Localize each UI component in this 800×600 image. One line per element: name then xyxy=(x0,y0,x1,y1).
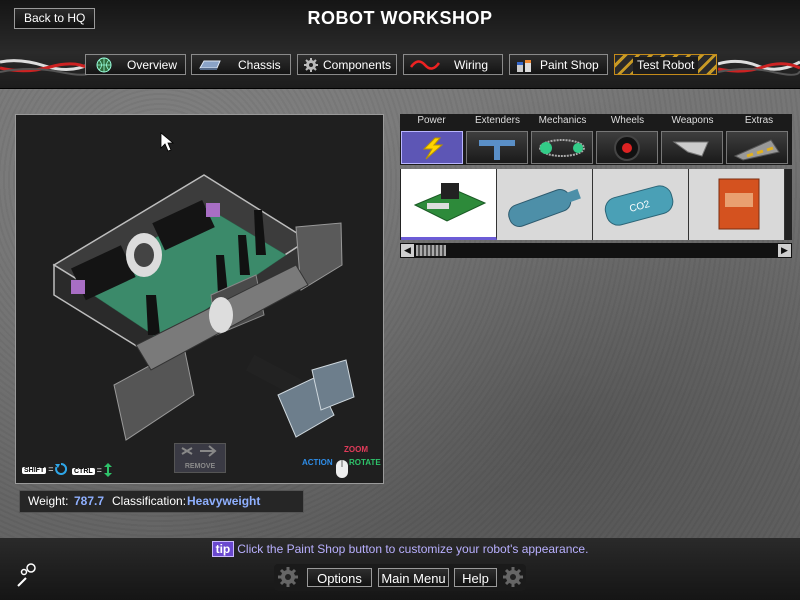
robot-3d-viewport[interactable]: SHIFT = CTRL = REMOVE ZOOM ACTION ROTATE xyxy=(15,114,384,484)
category-mechanics[interactable] xyxy=(531,131,593,164)
category-label-weapons: Weapons xyxy=(671,115,714,126)
wedge-icon xyxy=(733,139,780,161)
paint-cans-icon xyxy=(517,60,531,72)
tip-bar: tip Click the Paint Shop button to custom… xyxy=(0,541,800,557)
scroll-thumb[interactable] xyxy=(416,245,446,256)
up-down-arrow-icon xyxy=(103,463,112,477)
classification-value: Heavyweight xyxy=(187,494,261,508)
circuit-board-item[interactable] xyxy=(401,169,497,240)
weight-label: Weight: xyxy=(28,494,69,508)
battery-box-item[interactable] xyxy=(689,169,785,240)
mouse-icon xyxy=(336,460,348,478)
wheel-icon xyxy=(614,135,640,161)
parts-panel: Power Extenders Mechanics Wheels Weapons… xyxy=(400,114,792,258)
character-icon xyxy=(17,563,36,587)
rotate-arrow-icon xyxy=(55,462,68,475)
category-extenders[interactable] xyxy=(466,131,528,164)
blue-tank-item[interactable] xyxy=(497,169,593,240)
co2-tank-icon: CO2 xyxy=(604,185,674,226)
shift-key-label: SHIFT xyxy=(22,467,47,474)
top-bar: Back to HQ ROBOT WORKSHOP Overview Chass… xyxy=(0,0,800,89)
zoom-label: ZOOM xyxy=(344,445,368,454)
rotate-label: ROTATE xyxy=(349,458,381,467)
tab-label: Components xyxy=(323,58,392,72)
tip-badge: tip xyxy=(211,541,235,557)
tab-components[interactable]: Components xyxy=(297,54,397,75)
ctrl-hint: CTRL = xyxy=(72,463,112,477)
tab-overview[interactable]: Overview xyxy=(85,54,186,75)
lightning-icon xyxy=(422,137,444,160)
tab-label: Overview xyxy=(127,58,178,72)
battery-box-icon xyxy=(718,178,760,230)
chain-icon xyxy=(539,139,585,157)
globe-icon xyxy=(96,57,112,73)
parts-scrollbar[interactable]: ◀ ▶ xyxy=(400,243,792,258)
remove-arrow-icon xyxy=(181,445,217,457)
page-title: ROBOT WORKSHOP xyxy=(307,8,493,28)
wire-icon xyxy=(410,60,440,70)
blade-icon xyxy=(672,141,709,157)
tab-label: Wiring xyxy=(454,58,489,72)
scroll-right-button[interactable]: ▶ xyxy=(778,244,791,257)
remove-button[interactable]: REMOVE xyxy=(174,443,226,473)
mouse-cursor-icon xyxy=(160,132,175,152)
category-label-extenders: Extenders xyxy=(474,115,521,126)
category-wheels[interactable] xyxy=(596,131,658,164)
gear-icon xyxy=(304,58,318,72)
right-wires-decoration xyxy=(718,59,800,76)
left-gear-icon xyxy=(278,567,298,587)
chassis-icon xyxy=(199,60,221,70)
action-label: ACTION xyxy=(302,458,333,467)
shift-hint: SHIFT = xyxy=(22,462,68,475)
category-label-wheels: Wheels xyxy=(610,115,645,126)
equals-sign: = xyxy=(96,465,102,475)
tab-chassis[interactable]: Chassis xyxy=(191,54,291,75)
tab-label: Test Robot xyxy=(633,57,699,74)
classification-label: Classification: xyxy=(112,494,187,508)
scroll-left-button[interactable]: ◀ xyxy=(401,244,414,257)
tab-label: Chassis xyxy=(238,58,281,72)
help-button[interactable]: Help xyxy=(454,568,497,587)
category-label-power: Power xyxy=(417,115,446,126)
blue-tank-icon xyxy=(508,188,581,227)
category-power[interactable] xyxy=(401,131,463,164)
category-extras[interactable] xyxy=(726,131,788,164)
tab-paint-shop[interactable]: Paint Shop xyxy=(509,54,608,75)
category-weapons[interactable] xyxy=(661,131,723,164)
left-wires-decoration xyxy=(0,59,90,76)
circuit-board-icon xyxy=(413,183,487,222)
parts-item-strip: CO2 xyxy=(400,169,792,240)
category-label-mechanics: Mechanics xyxy=(538,115,587,126)
category-label-extras: Extras xyxy=(744,115,774,126)
robot-stats-bar: Weight: 787.7 Classification: Heavyweigh… xyxy=(19,490,304,513)
extender-icon xyxy=(479,140,515,160)
options-button[interactable]: Options xyxy=(307,568,372,587)
remove-label: REMOVE xyxy=(184,463,216,470)
tab-label: Paint Shop xyxy=(540,58,599,72)
tab-wiring[interactable]: Wiring xyxy=(403,54,503,75)
co2-tank-item[interactable]: CO2 xyxy=(593,169,689,240)
robot-model[interactable] xyxy=(16,115,383,483)
mouse-hint: ZOOM ACTION ROTATE xyxy=(302,445,382,479)
main-menu-button[interactable]: Main Menu xyxy=(378,568,449,587)
equals-sign: = xyxy=(48,464,54,474)
tab-test-robot[interactable]: Test Robot xyxy=(614,54,717,75)
right-gear-icon xyxy=(503,567,523,587)
ctrl-key-label: CTRL xyxy=(72,468,95,475)
weight-value: 787.7 xyxy=(74,494,105,508)
tip-text: Click the Paint Shop button to customize… xyxy=(237,542,589,556)
